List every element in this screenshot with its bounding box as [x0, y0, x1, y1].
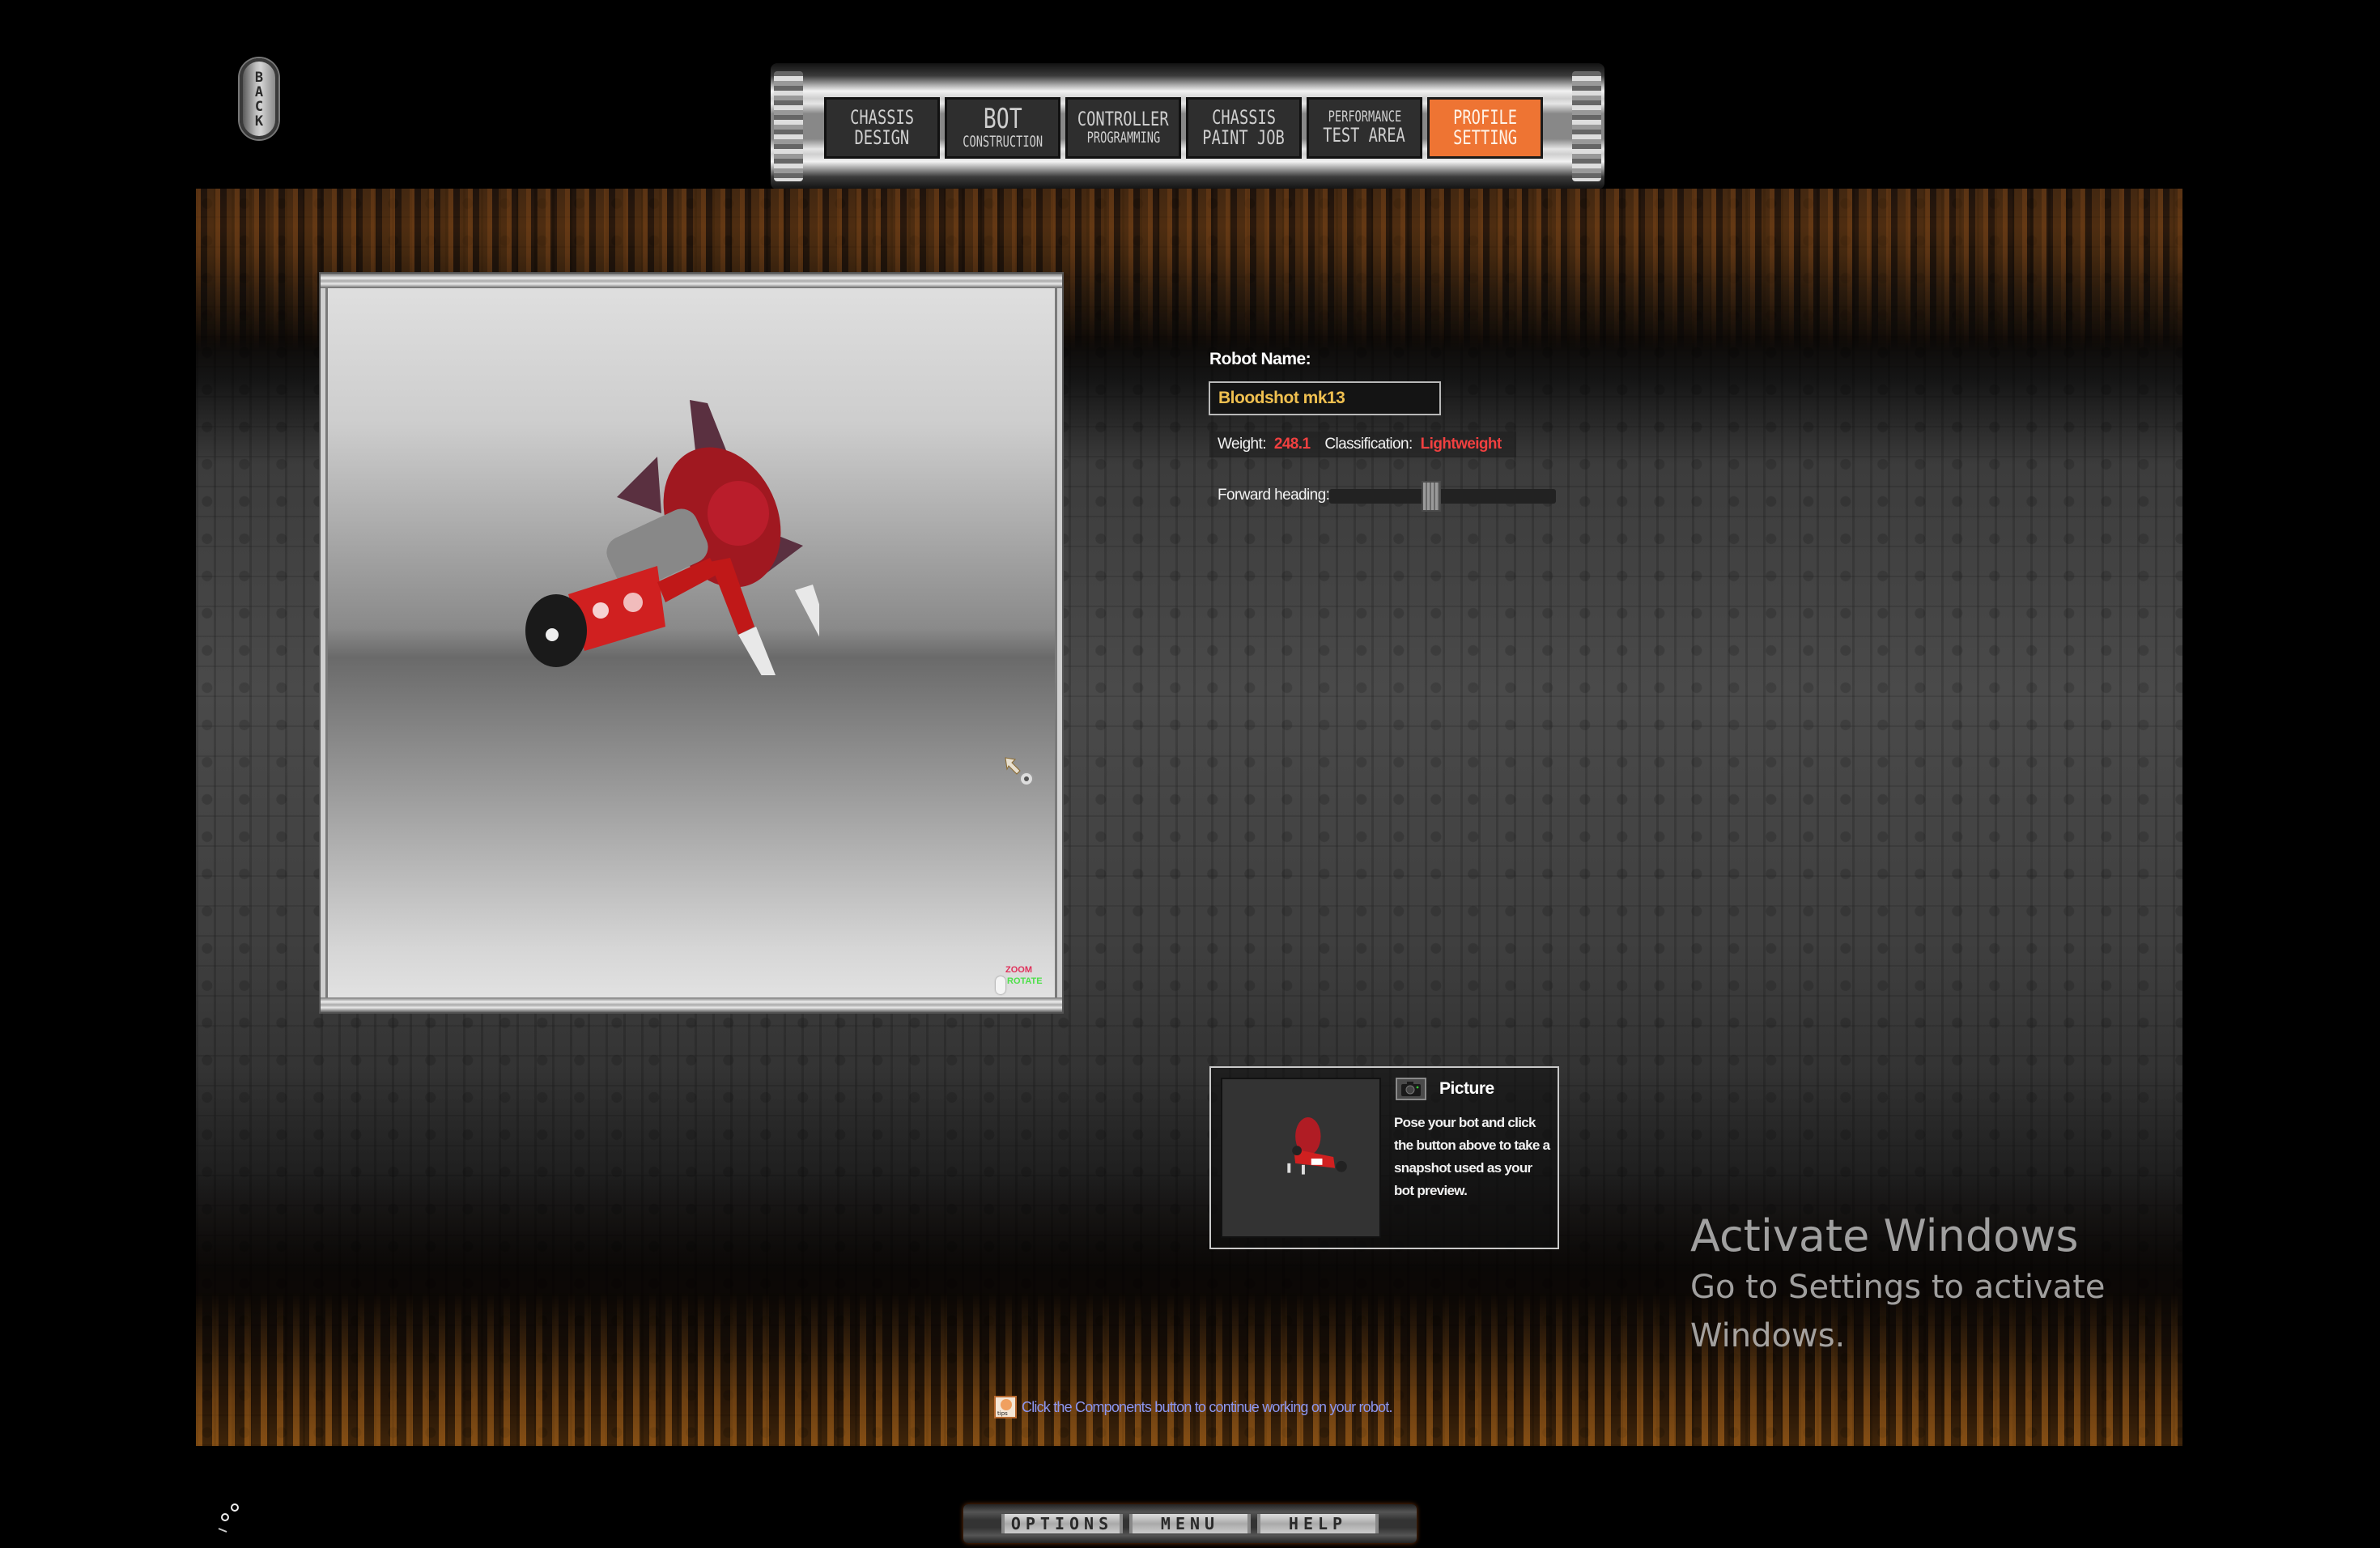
top-navigation: CHASSIS DESIGN BOT CONSTRUCTION CONTROLL… — [771, 63, 1604, 189]
nav-tabs: CHASSIS DESIGN BOT CONSTRUCTION CONTROLL… — [824, 97, 1543, 159]
tab-line1: CHASSIS — [1212, 105, 1276, 129]
gear-arrow-cursor-icon — [1005, 757, 1034, 786]
classification-value: Lightweight — [1420, 436, 1502, 453]
robot-model[interactable] — [495, 384, 819, 675]
tip-message: tips Click the Components button to cont… — [994, 1396, 1393, 1418]
take-picture-button[interactable] — [1396, 1078, 1426, 1100]
mouse-controls-legend: ZOOM ROTATE — [996, 965, 1052, 997]
nav-endcap-right — [1572, 71, 1601, 181]
tab-line1: CONTROLLER — [1077, 108, 1169, 131]
back-button-label: BACK — [251, 70, 267, 128]
svg-text:tips: tips — [997, 1410, 1008, 1417]
forward-heading-label: Forward heading: — [1218, 487, 1330, 504]
tab-bot-construction[interactable]: BOT CONSTRUCTION — [945, 97, 1060, 159]
picture-panel: Picture Pose your bot and click the butt… — [1209, 1066, 1559, 1249]
weight-value: 248.1 — [1273, 436, 1311, 453]
spike-blade — [617, 457, 661, 513]
forward-heading-slider-thumb[interactable] — [1422, 481, 1441, 512]
wheel-hub — [546, 628, 559, 641]
options-button[interactable]: OPTIONS — [1001, 1514, 1123, 1533]
menu-button[interactable]: MENU — [1129, 1514, 1251, 1533]
camera-icon — [1401, 1082, 1421, 1096]
mouse-icon — [996, 976, 1005, 994]
tab-line1: CHASSIS — [850, 105, 914, 129]
robot-name-label: Robot Name: — [1209, 350, 1311, 368]
tab-line1: PERFORMANCE — [1328, 108, 1401, 126]
robot-3d-viewport[interactable]: ZOOM ROTATE — [321, 274, 1062, 1012]
spike-leg — [795, 585, 819, 637]
viewport-frame-bottom — [321, 997, 1062, 1012]
tab-line2: DESIGN — [854, 126, 910, 149]
tab-controller-programming[interactable]: CONTROLLER PROGRAMMING — [1065, 97, 1181, 159]
nav-endcap-left — [774, 71, 803, 181]
watermark-title: Activate Windows — [1690, 1210, 2079, 1261]
tab-line1: BOT — [983, 103, 1022, 136]
activate-windows-watermark: Activate Windows Go to Settings to activ… — [1690, 1210, 2111, 1360]
paint-splotch — [623, 593, 643, 612]
tab-profile-setting[interactable]: PROFILE SETTING — [1427, 97, 1543, 159]
tip-text: Click the Components button to continue … — [1022, 1398, 1393, 1415]
paint-splotch — [593, 602, 609, 619]
weight-label: Weight: — [1218, 436, 1266, 453]
tab-line1: PROFILE — [1453, 105, 1517, 129]
bot-preview-thumbnail — [1221, 1078, 1381, 1238]
loading-indicator-icon — [218, 1503, 239, 1533]
tab-line2: SETTING — [1453, 126, 1517, 149]
classification-label: Classification: — [1324, 436, 1413, 453]
back-button[interactable]: BACK — [240, 58, 278, 139]
forward-heading-slider[interactable] — [1329, 481, 1556, 512]
tab-line2: PROGRAMMING — [1086, 128, 1160, 147]
rotate-legend-label: ROTATE — [1007, 976, 1043, 986]
tab-line2: PAINT JOB — [1202, 126, 1286, 149]
picture-title: Picture — [1439, 1079, 1494, 1098]
spike-leg — [738, 627, 776, 675]
picture-description: Pose your bot and click the button above… — [1394, 1115, 1550, 1198]
zoom-legend-label: ZOOM — [1005, 965, 1032, 975]
robot-name-input[interactable] — [1209, 381, 1441, 415]
tab-line2: CONSTRUCTION — [963, 132, 1043, 151]
viewport-frame-top — [321, 274, 1062, 288]
watermark-subtitle: Go to Settings to activate Windows. — [1690, 1269, 2106, 1354]
tab-line2: TEST AREA — [1323, 124, 1406, 147]
help-button[interactable]: HELP — [1257, 1514, 1379, 1533]
tab-chassis-design[interactable]: CHASSIS DESIGN — [824, 97, 940, 159]
tab-chassis-paint-job[interactable]: CHASSIS PAINT JOB — [1186, 97, 1302, 159]
tips-lightbulb-icon: tips — [994, 1396, 1017, 1418]
drum-hub — [708, 481, 769, 546]
robot-stats-row: Weight: 248.1 Classification: Lightweigh… — [1209, 432, 1516, 457]
bot-preview-image — [1287, 1117, 1347, 1175]
tab-performance-test-area[interactable]: PERFORMANCE TEST AREA — [1307, 97, 1422, 159]
bottom-navigation: OPTIONS MENU HELP — [963, 1504, 1417, 1543]
